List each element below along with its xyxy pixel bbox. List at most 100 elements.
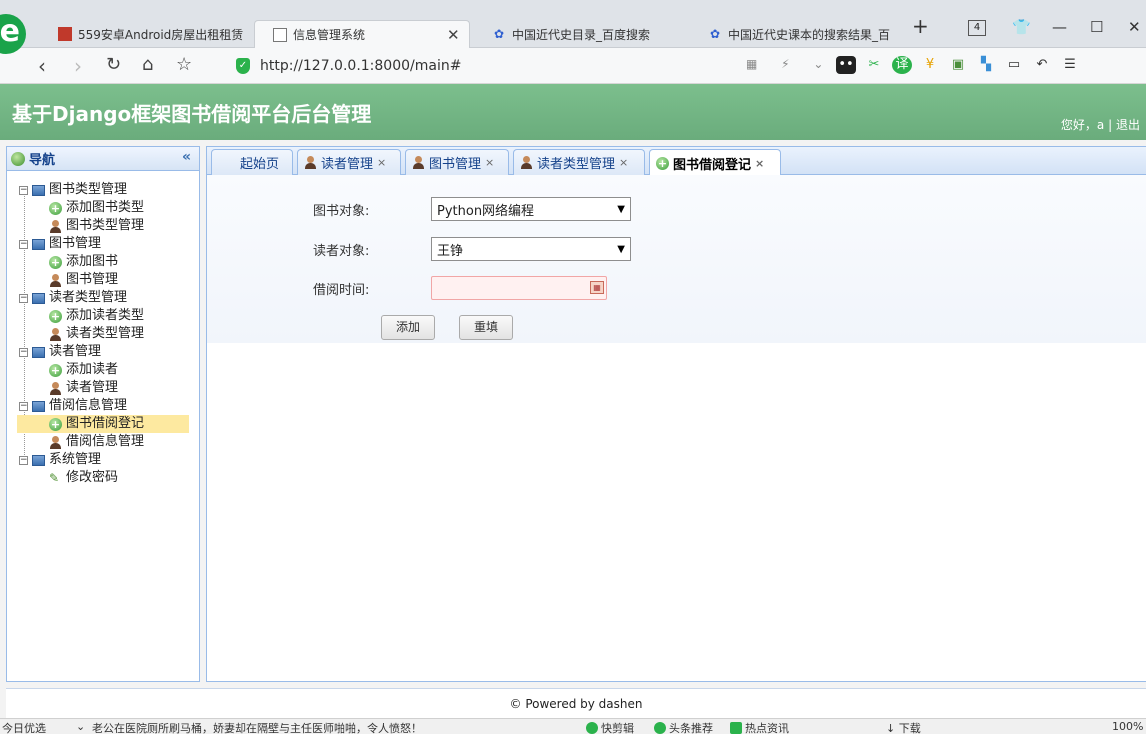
user-icon [49, 219, 62, 233]
collapse-toggle-icon[interactable]: − [19, 185, 28, 195]
reader-label: 读者对象: [313, 243, 370, 259]
sidebar-item-add-book-type[interactable]: + 添加图书类型 [7, 199, 199, 217]
close-icon[interactable]: × [619, 156, 628, 169]
sidebar-item-add-reader-type[interactable]: + 添加读者类型 [7, 307, 199, 325]
undo-icon[interactable]: ↶ [1032, 56, 1052, 74]
reader-select[interactable]: 王铮 ▼ [431, 237, 631, 261]
today-picks-label[interactable]: 今日优选 [2, 720, 46, 734]
tree-group-book[interactable]: − 图书管理 [7, 235, 199, 253]
browser-tab-label: 信息管理系统 [293, 28, 366, 42]
content-tab-strip: 起始页 读者管理 × 图书管理 × 读者类型管理 × + 图书借阅登记 × [207, 147, 1146, 176]
sidebar-item-borrow-manage[interactable]: 借阅信息管理 [7, 433, 199, 451]
status-item-label: 头条推荐 [669, 722, 713, 734]
star-icon[interactable]: ☆ [176, 54, 192, 75]
user-icon [304, 156, 317, 169]
app-header: 基于Django框架图书借阅平台后台管理 您好，a | 退出 [0, 84, 1146, 140]
book-select[interactable]: Python网络编程 ▼ [431, 197, 631, 221]
image-icon[interactable]: ▣ [948, 56, 968, 74]
new-tab-button[interactable]: + [912, 14, 929, 38]
status-item-label: 热点资讯 [745, 722, 789, 734]
zoom-level[interactable]: 100% [1112, 720, 1143, 733]
close-icon[interactable]: × [485, 156, 494, 169]
collapse-toggle-icon[interactable]: − [19, 401, 28, 411]
sidebar-header: 导航 « [7, 147, 199, 171]
greeting-text: 您好，a [1060, 118, 1105, 132]
sidebar-item-reader-type-manage[interactable]: 读者类型管理 [7, 325, 199, 343]
shirt-icon[interactable]: 👕 [1012, 18, 1031, 36]
coin-icon[interactable]: ¥ [920, 56, 940, 74]
sidebar-item-book-type-manage[interactable]: 图书类型管理 [7, 217, 199, 235]
menu-icon[interactable]: ☰ [1060, 56, 1080, 74]
sidebar-item-add-reader[interactable]: + 添加读者 [7, 361, 199, 379]
user-icon [520, 156, 533, 169]
address-bar: ‹ › ↻ ⌂ ☆ ✓ http://127.0.0.1:8000/main# … [0, 48, 1146, 84]
sidebar-item-borrow-register[interactable]: + 图书借阅登记 [7, 415, 199, 433]
maximize-button[interactable]: ☐ [1090, 18, 1103, 36]
close-icon[interactable]: × [755, 157, 764, 170]
sidebar-item-change-password[interactable]: ✎ 修改密码 [7, 469, 199, 487]
quick-edit-item[interactable]: 快剪辑 [586, 720, 634, 734]
page-icon [273, 27, 287, 42]
tree-group-reader-type[interactable]: − 读者类型管理 [7, 289, 199, 307]
main-content: 起始页 读者管理 × 图书管理 × 读者类型管理 × + 图书借阅登记 × 图书… [206, 146, 1146, 682]
qr-code-icon[interactable]: ▦ ⚡ ⌄ [746, 57, 833, 71]
sidebar-item-reader-manage[interactable]: 读者管理 [7, 379, 199, 397]
headline-item[interactable]: 头条推荐 [654, 720, 713, 734]
download-item[interactable]: ↓ 下载 [886, 720, 921, 734]
logout-link[interactable]: 退出 [1116, 118, 1140, 132]
collapse-sidebar-icon[interactable]: « [182, 149, 191, 165]
sidebar-item-book-manage[interactable]: 图书管理 [7, 271, 199, 289]
browser-tab-info-system[interactable]: 信息管理系统 ✕ [254, 20, 470, 48]
collapse-toggle-icon[interactable]: − [19, 455, 28, 465]
computer-icon [32, 292, 45, 304]
tab-book-manage[interactable]: 图书管理 × [405, 149, 509, 175]
computer-icon [32, 238, 45, 250]
add-button[interactable]: 添加 [381, 315, 436, 340]
collapse-toggle-icon[interactable]: − [19, 239, 28, 249]
hot-news-item[interactable]: 热点资讯 [730, 720, 789, 734]
minimize-button[interactable]: — [1052, 18, 1067, 36]
tab-reader-manage[interactable]: 读者管理 × [297, 149, 401, 175]
chevron-down-icon[interactable]: ⌄ [76, 720, 85, 733]
calendar-icon[interactable]: ▦ [590, 281, 604, 294]
home-icon[interactable]: ⌂ [142, 54, 153, 75]
browser-tab-baidu-1[interactable]: ✿ 中国近代史目录_百度搜索 [474, 20, 686, 48]
sidebar-title: 导航 [29, 153, 56, 168]
close-window-button[interactable]: ✕ [1128, 18, 1141, 36]
sidebar-item-label: 添加图书 [66, 254, 119, 269]
tree-group-reader[interactable]: − 读者管理 [7, 343, 199, 361]
forward-icon[interactable]: › [74, 54, 82, 78]
borrow-time-input[interactable]: ▦ [431, 276, 607, 300]
tab-label: 图书管理 [429, 157, 482, 172]
tree-group-book-type[interactable]: − 图书类型管理 [7, 181, 199, 199]
collapse-toggle-icon[interactable]: − [19, 347, 28, 357]
secure-shield-icon: ✓ [236, 58, 250, 74]
browser-tab-baidu-2[interactable]: ✿ 中国近代史课本的搜索结果_百 [690, 20, 898, 48]
news-ticker[interactable]: 老公在医院厕所刷马桶，娇妻却在隔壁与主任医师啪啪，令人愤怒！ [92, 720, 452, 734]
browser-status-bar: 今日优选 ⌄ 老公在医院厕所刷马桶，娇妻却在隔壁与主任医师啪啪，令人愤怒！ 快剪… [0, 718, 1146, 734]
close-icon[interactable]: × [377, 156, 386, 169]
url-field[interactable]: ✓ http://127.0.0.1:8000/main# [226, 54, 816, 78]
browser-tab-rental[interactable]: 559安卓Android房屋出租租赁 [40, 20, 248, 48]
news-icon [730, 722, 742, 734]
ghost-extension-icon[interactable]: •• [836, 56, 856, 74]
apps-icon[interactable]: ▚ [976, 56, 996, 74]
tree-group-system[interactable]: − 系统管理 [7, 451, 199, 469]
battery-icon[interactable]: ▭ [1004, 56, 1024, 74]
tree-group-label: 借阅信息管理 [49, 398, 128, 413]
tree-group-label: 系统管理 [49, 452, 102, 467]
scissors-icon[interactable]: ✂ [864, 56, 884, 74]
close-tab-icon[interactable]: ✕ [447, 26, 460, 44]
collapse-toggle-icon[interactable]: − [19, 293, 28, 303]
tab-start-page[interactable]: 起始页 [211, 149, 293, 175]
translate-icon[interactable]: 译 [892, 56, 912, 74]
back-icon[interactable]: ‹ [38, 54, 46, 78]
browser-tab-label: 559安卓Android房屋出租租赁 [78, 27, 244, 42]
tab-borrow-register[interactable]: + 图书借阅登记 × [649, 149, 781, 176]
refresh-icon[interactable]: ↻ [106, 54, 121, 75]
sidebar-item-add-book[interactable]: + 添加图书 [7, 253, 199, 271]
tab-reader-type-manage[interactable]: 读者类型管理 × [513, 149, 645, 175]
tab-count-badge[interactable]: 4 [968, 20, 986, 36]
reset-button[interactable]: 重填 [459, 315, 514, 340]
tree-group-borrow[interactable]: − 借阅信息管理 [7, 397, 199, 415]
